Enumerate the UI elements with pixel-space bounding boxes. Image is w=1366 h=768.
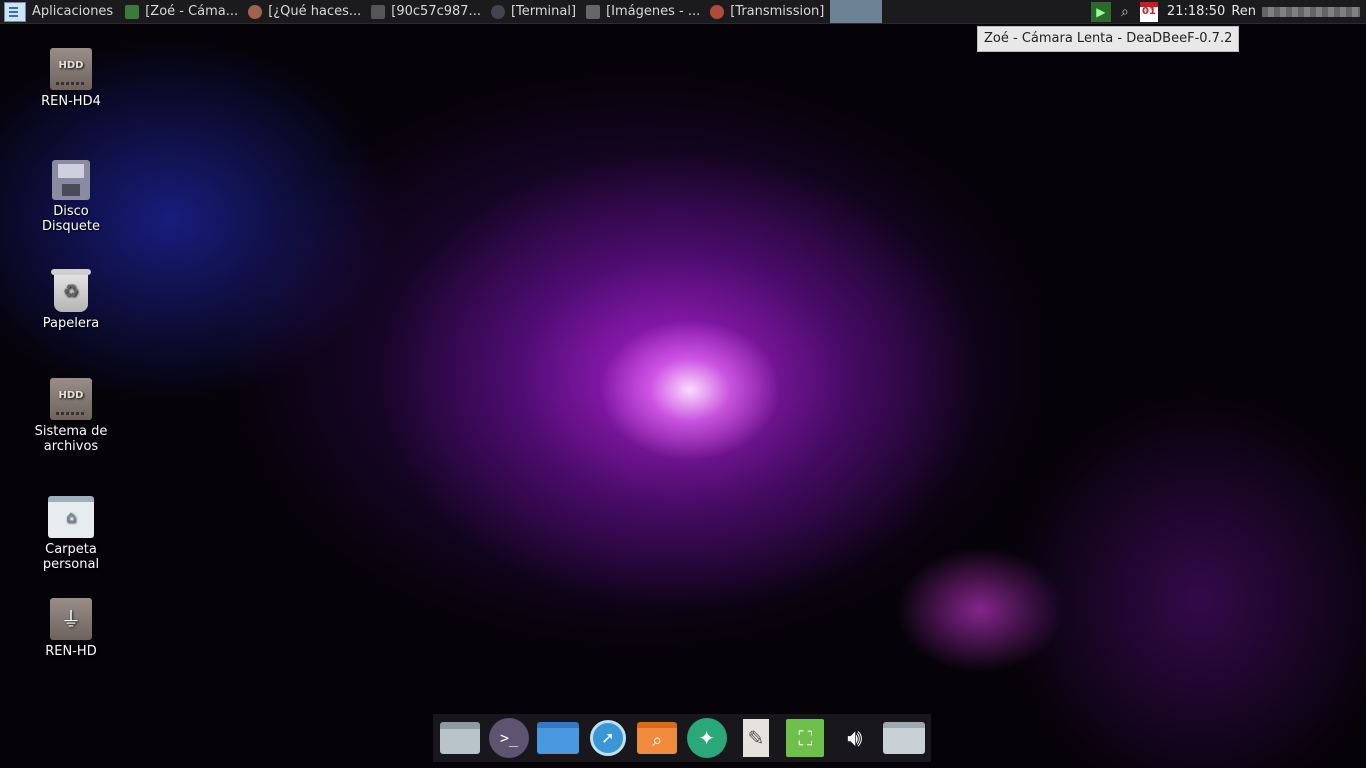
taskbar-item-label: [Transmission]: [730, 4, 825, 19]
folder-dock-icon[interactable]: [537, 717, 580, 759]
taskbar-item-transmission[interactable]: [Transmission]: [706, 0, 830, 23]
taskbar-item-label: [Zoé - Cáma...: [145, 4, 239, 19]
volume-dock-icon[interactable]: 🔊︎: [834, 717, 876, 759]
hdd-icon: HDD: [50, 378, 92, 420]
trash-icon: ♻: [51, 269, 91, 312]
image-viewer-icon: [371, 4, 386, 19]
desktop-icon-floppy[interactable]: Disco Disquete: [21, 160, 121, 234]
terminal-icon: [490, 4, 505, 19]
desktop-icon-filesystem[interactable]: HDD Sistema de archivos: [21, 378, 121, 454]
dock: >_ ➚ ⌕ ✦ ✎ ⛶ 🔊︎: [433, 714, 931, 762]
system-tray: ▶ ⌕ 01 21:18:50 Ren: [1090, 0, 1366, 23]
deadbeef-play-icon: [125, 4, 140, 19]
terminal-dock-icon[interactable]: >_: [488, 717, 530, 759]
deadbeef-tray-icon[interactable]: ▶: [1090, 1, 1111, 22]
taskbar-item-label: [Terminal]: [510, 4, 577, 19]
desktop-icon-label: REN-HD4: [41, 94, 101, 109]
screenshot-dock-icon[interactable]: ⛶: [784, 717, 826, 759]
taskbar-item-terminal[interactable]: [Terminal]: [487, 0, 582, 23]
browser-icon: [248, 4, 263, 19]
desktop-icon-label: Disco Disquete: [42, 204, 100, 234]
tooltip: Zoé - Cámara Lenta - DeaDBeeF-0.7.2: [977, 26, 1240, 52]
applications-menu[interactable]: Aplicaciones: [0, 0, 121, 23]
desktop-icon-ren-hd4[interactable]: HDD REN-HD4: [21, 48, 121, 109]
taskbar-item-label: [Imágenes - ...: [606, 4, 701, 19]
desktop-icon-label: Carpeta personal: [42, 542, 100, 572]
web-browser-dock-icon[interactable]: ➚: [587, 717, 629, 759]
floppy-icon: [52, 160, 90, 200]
taskbar-item-image-viewer[interactable]: [90c57c987...: [367, 0, 487, 23]
taskbar-item-deadbeef[interactable]: [Zoé - Cáma...: [121, 0, 244, 23]
home-folder-icon: ⌂: [48, 496, 94, 538]
desktop-icon-label: REN-HD: [45, 644, 97, 659]
file-manager-icon: [586, 4, 601, 19]
transmission-icon: [710, 4, 725, 19]
user-name-redacted: [1262, 6, 1360, 17]
desktop-icon-label: Papelera: [42, 316, 100, 331]
drive-dock-icon[interactable]: [439, 717, 481, 759]
taskbar-item-file-manager[interactable]: [Imágenes - ...: [582, 0, 706, 23]
games-dock-icon[interactable]: ✦: [686, 717, 728, 759]
workspace-switcher[interactable]: [830, 0, 883, 23]
search-dock-icon[interactable]: ⌕: [636, 717, 678, 759]
top-panel: Aplicaciones [Zoé - Cáma... [¿Qué haces.…: [0, 0, 1366, 24]
calendar-icon[interactable]: 01: [1139, 1, 1159, 22]
applications-menu-label: Aplicaciones: [32, 4, 114, 19]
applications-menu-icon: [4, 1, 26, 22]
desktop-icon-ren-hd[interactable]: ⏚ REN-HD: [21, 598, 121, 659]
folder2-dock-icon[interactable]: [883, 717, 926, 759]
text-editor-dock-icon[interactable]: ✎: [735, 717, 777, 759]
desktop-icon-home[interactable]: ⌂ Carpeta personal: [21, 496, 121, 572]
usb-drive-icon: ⏚: [50, 598, 92, 640]
desktop-icon-trash[interactable]: ♻ Papelera: [21, 269, 121, 331]
search-icon[interactable]: ⌕: [1115, 2, 1135, 22]
user-name[interactable]: Ren: [1231, 4, 1256, 19]
clock[interactable]: 21:18:50: [1167, 4, 1225, 19]
hdd-icon: HDD: [50, 48, 92, 90]
taskbar-item-browser[interactable]: [¿Qué haces...: [244, 0, 367, 23]
desktop-icon-label: Sistema de archivos: [34, 424, 108, 454]
taskbar-item-label: [90c57c987...: [391, 4, 481, 19]
taskbar-item-label: [¿Qué haces...: [268, 4, 362, 19]
